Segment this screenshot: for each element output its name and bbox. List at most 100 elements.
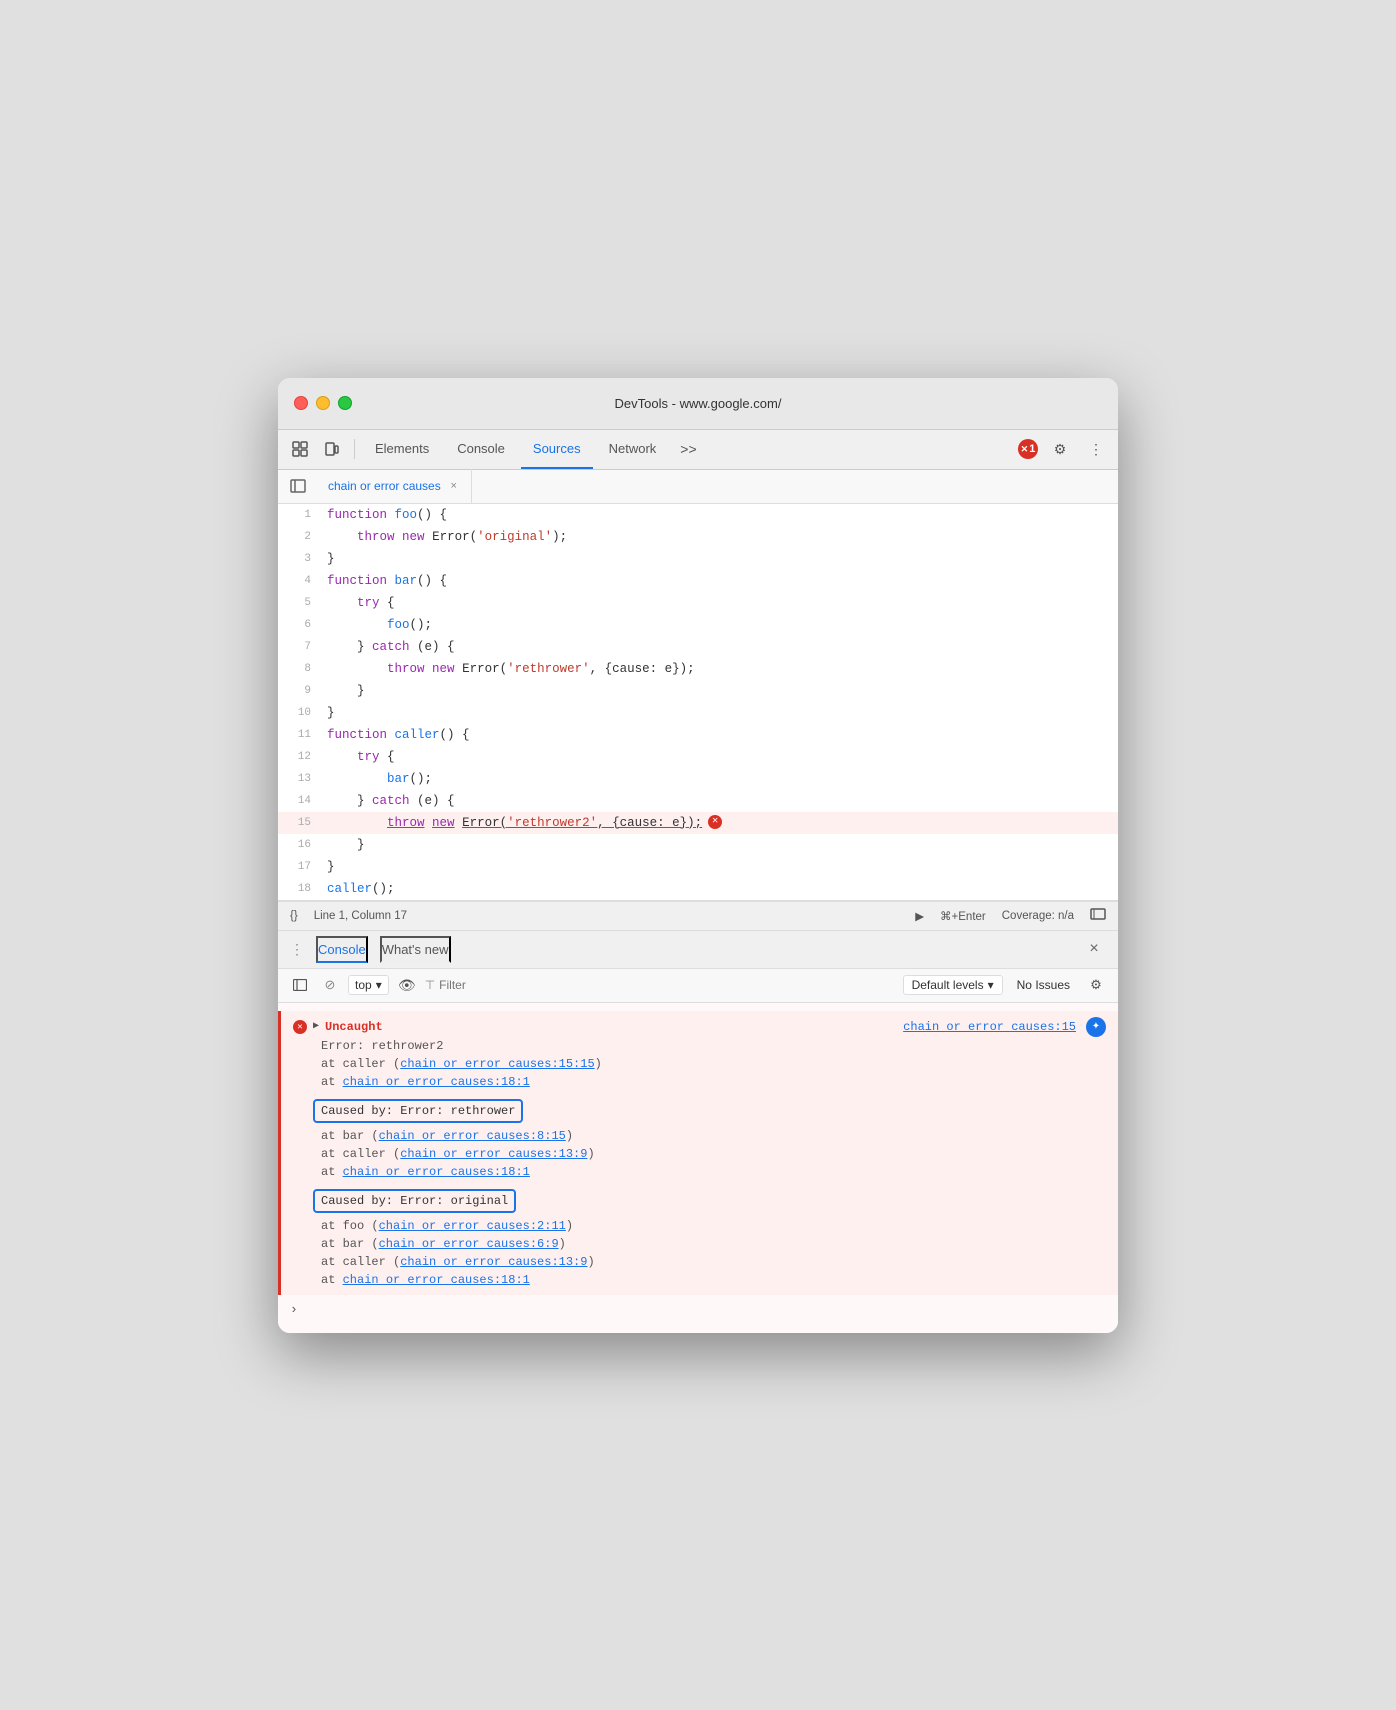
traffic-lights (294, 396, 352, 410)
coverage-icon[interactable] (1090, 908, 1106, 923)
stack-link-8-15[interactable]: chain or error causes:8:15 (379, 1129, 566, 1143)
file-tab-chain-error[interactable]: chain or error causes × (318, 469, 472, 503)
status-bar-right: ▶ ⌘+Enter Coverage: n/a (915, 908, 1106, 923)
sidebar-icon (290, 479, 306, 493)
stack-link-18-1-1[interactable]: chain or error causes:18:1 (343, 1075, 530, 1089)
code-line-9: 9 } (278, 680, 1118, 702)
console-sidebar-button[interactable] (288, 973, 312, 997)
clear-console-button[interactable]: ⊘ (318, 973, 342, 997)
toolbar-right: ✕ 1 ⚙ ⋮ (1018, 435, 1110, 463)
format-icon[interactable]: {} (290, 910, 298, 922)
device-icon (324, 441, 340, 457)
uncaught-label: Uncaught (325, 1018, 383, 1036)
sidebar-icon (293, 979, 307, 991)
stack-link-13-9-1[interactable]: chain or error causes:13:9 (400, 1147, 587, 1161)
error-icon: ✕ (293, 1020, 307, 1034)
stack-link-18-1-2[interactable]: chain or error causes:18:1 (343, 1165, 530, 1179)
live-expressions-button[interactable]: 👁 (395, 973, 419, 997)
maximize-button[interactable] (338, 396, 352, 410)
default-levels-dropdown[interactable]: Default levels ▾ (903, 975, 1003, 995)
stack-line-1: at caller (chain or error causes:15:15) (293, 1055, 1106, 1073)
caused-by-1-label: Caused by: Error: rethrower (313, 1099, 523, 1123)
filter-area: ⊤ (425, 978, 897, 992)
cursor-position: Line 1, Column 17 (314, 910, 407, 922)
code-line-1: 1 function foo() { (278, 504, 1118, 526)
ai-icon: ✦ (1086, 1017, 1106, 1037)
caused-by-2-stack-2: at bar (chain or error causes:6:9) (293, 1235, 1106, 1253)
stack-link-2-11[interactable]: chain or error causes:2:11 (379, 1219, 566, 1233)
caused-by-2-stack-3: at caller (chain or error causes:13:9) (293, 1253, 1106, 1271)
stack-link-13-9-2[interactable]: chain or error causes:13:9 (400, 1255, 587, 1269)
stack-link-18-1-3[interactable]: chain or error causes:18:1 (343, 1273, 530, 1287)
cursor-icon (292, 441, 308, 457)
code-line-18: 18 caller(); (278, 878, 1118, 900)
code-line-11: 11 function caller() { (278, 724, 1118, 746)
tab-elements[interactable]: Elements (363, 429, 441, 469)
minimize-button[interactable] (316, 396, 330, 410)
code-line-12: 12 try { (278, 746, 1118, 768)
console-toolbar: ⊘ top ▾ 👁 ⊤ Default levels ▾ No Issues ⚙ (278, 969, 1118, 1003)
caused-by-2-stack-4: at chain or error causes:18:1 (293, 1271, 1106, 1289)
prompt-chevron: › (290, 1301, 298, 1319)
tab-network[interactable]: Network (597, 429, 669, 469)
window-title: DevTools - www.google.com/ (615, 396, 782, 411)
no-issues-label: No Issues (1009, 976, 1078, 994)
devtools-toolbar: Elements Console Sources Network >> ✕ 1 … (278, 430, 1118, 470)
more-options-button[interactable]: ⋮ (1082, 435, 1110, 463)
caused-by-1-stack-2: at caller (chain or error causes:13:9) (293, 1145, 1106, 1163)
coverage-label: Coverage: n/a (1002, 910, 1074, 922)
caused-by-2: Caused by: Error: original at foo (chain… (293, 1185, 1106, 1289)
code-line-10: 10 } (278, 702, 1118, 724)
code-line-8: 8 throw new Error('rethrower', {cause: e… (278, 658, 1118, 680)
code-line-2: 2 throw new Error('original'); (278, 526, 1118, 548)
drag-handle: ⋮ (290, 941, 304, 958)
error-marker: ✕ (708, 815, 722, 829)
file-tab-label: chain or error causes (328, 479, 441, 493)
filter-icon: ⊤ (425, 978, 435, 992)
code-line-13: 13 bar(); (278, 768, 1118, 790)
settings-button[interactable]: ⚙ (1046, 435, 1074, 463)
console-settings-button[interactable]: ⚙ (1084, 973, 1108, 997)
file-tab-close-button[interactable]: × (447, 479, 461, 493)
console-header: ⋮ Console What's new × (278, 931, 1118, 969)
caused-by-1-stack-3: at chain or error causes:18:1 (293, 1163, 1106, 1181)
context-selector[interactable]: top ▾ (348, 975, 389, 995)
expand-toggle[interactable]: ▶ (313, 1018, 319, 1036)
code-line-14: 14 } catch (e) { (278, 790, 1118, 812)
caused-by-1-stack-1: at bar (chain or error causes:8:15) (293, 1127, 1106, 1145)
stack-line-2: at chain or error causes:18:1 (293, 1073, 1106, 1091)
dropdown-arrow: ▾ (376, 978, 382, 992)
status-bar: {} Line 1, Column 17 ▶ ⌘+Enter Coverage:… (278, 901, 1118, 931)
stack-link-6-9[interactable]: chain or error causes:6:9 (379, 1237, 559, 1251)
tab-console[interactable]: Console (445, 429, 517, 469)
more-tabs-button[interactable]: >> (672, 437, 704, 461)
tab-sources[interactable]: Sources (521, 429, 593, 469)
code-line-17: 17 } (278, 856, 1118, 878)
code-line-7: 7 } catch (e) { (278, 636, 1118, 658)
inspect-element-button[interactable] (286, 435, 314, 463)
caused-by-2-label: Caused by: Error: original (313, 1189, 516, 1213)
stack-link-15-15[interactable]: chain or error causes:15:15 (400, 1057, 594, 1071)
error-source-link[interactable]: chain or error causes:15 (903, 1018, 1076, 1036)
tab-whats-new[interactable]: What's new (380, 936, 451, 963)
close-button[interactable] (294, 396, 308, 410)
toolbar-separator (354, 439, 355, 459)
ai-assist-button[interactable]: ✦ (1086, 1017, 1106, 1037)
run-icon[interactable]: ▶ (915, 909, 924, 923)
console-prompt: › (278, 1295, 1118, 1325)
console-section: ⋮ Console What's new × ⊘ top ▾ 👁 ⊤ (278, 931, 1118, 1333)
code-line-16: 16 } (278, 834, 1118, 856)
code-line-5: 5 try { (278, 592, 1118, 614)
error-message-line: Error: rethrower2 (293, 1037, 1106, 1055)
console-filter-input[interactable] (439, 978, 896, 992)
sidebar-toggle-button[interactable] (286, 474, 310, 498)
error-block: ✕ ▶ Uncaught chain or error causes:15 ✦ … (278, 1011, 1118, 1295)
code-line-6: 6 foo(); (278, 614, 1118, 636)
code-line-4: 4 function bar() { (278, 570, 1118, 592)
console-close-button[interactable]: × (1082, 937, 1106, 961)
device-toolbar-button[interactable] (318, 435, 346, 463)
error-count-badge: ✕ 1 (1018, 439, 1038, 459)
levels-arrow: ▾ (988, 978, 994, 992)
caused-by-2-stack-1: at foo (chain or error causes:2:11) (293, 1217, 1106, 1235)
tab-console-panel[interactable]: Console (316, 936, 368, 963)
